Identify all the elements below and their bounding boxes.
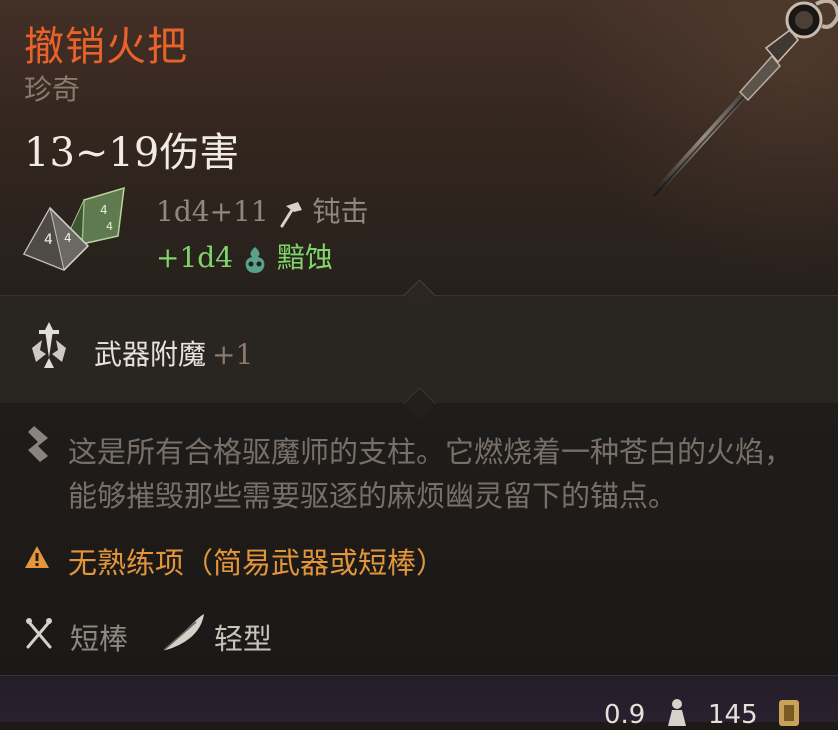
gold-coin-icon (779, 700, 799, 726)
item-description: 这是所有合格驱魔师的支柱。它燃烧着一种苍白的火焰，能够摧毁那些需要驱逐的麻烦幽灵… (68, 435, 794, 513)
item-name: 撤销火把 (24, 24, 188, 70)
damage-line-necrotic: +1d4 黯蚀 (156, 236, 333, 276)
property-club: 短棒 (70, 622, 129, 656)
enchantment-name: 武器附魔 (94, 338, 207, 371)
property-light: 轻型 (214, 622, 273, 656)
damage-dice: +1d4 (156, 241, 234, 274)
dice-icon: 4 4 4 4 (22, 186, 125, 271)
svg-text:4: 4 (100, 203, 108, 217)
svg-text:4: 4 (106, 220, 113, 233)
necrotic-skull-icon (245, 246, 265, 273)
enchant-sword-icon (32, 322, 66, 368)
crossed-clubs-icon (26, 618, 52, 649)
hammer-icon (280, 201, 302, 227)
warning-icon (25, 546, 49, 568)
item-weight: 0.9 (604, 700, 646, 730)
svg-text:4: 4 (44, 232, 53, 248)
quote-icon (28, 426, 48, 462)
feather-icon (163, 614, 204, 651)
item-staff-image (653, 0, 838, 197)
damage-range: 13~19伤害 (24, 130, 240, 176)
item-rarity: 珍奇 (24, 73, 81, 106)
weight-icon (668, 699, 686, 726)
item-price: 145 (708, 700, 758, 730)
svg-text:4: 4 (64, 231, 72, 245)
enchantment-bonus: +1 (212, 338, 254, 371)
damage-dice: 1d4+11 (156, 195, 269, 228)
proficiency-warning: 无熟练项（简易武器或短棒） (68, 546, 446, 580)
enchantment-label: 武器附魔 +1 (94, 333, 253, 373)
damage-line-bludgeoning: 1d4+11 钝击 (156, 190, 368, 230)
damage-type: 钝击 (312, 195, 369, 228)
damage-type: 黯蚀 (276, 241, 333, 274)
